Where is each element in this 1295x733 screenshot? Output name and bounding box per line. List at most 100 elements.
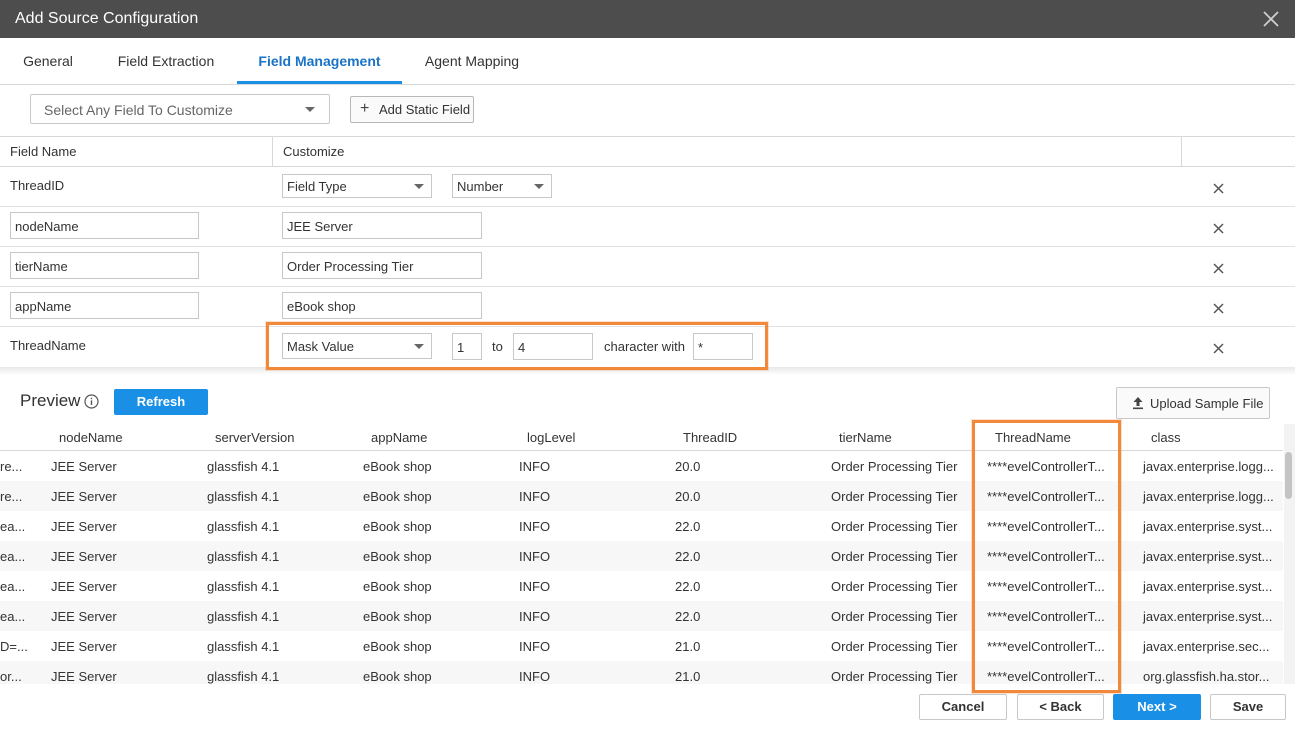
remove-field-icon[interactable]: [1213, 263, 1224, 274]
column-divider: [272, 137, 273, 167]
table-cell: javax.enterprise.syst...: [1143, 549, 1273, 564]
table-cell: Order Processing Tier: [831, 549, 958, 564]
chevron-down-icon: [414, 184, 424, 189]
table-cell: 22.0: [675, 549, 701, 564]
table-cell: JEE Server: [51, 459, 117, 474]
field-value-input[interactable]: Order Processing Tier: [282, 252, 482, 279]
table-cell: 21.0: [675, 639, 701, 654]
preview-title: Preview: [20, 391, 81, 410]
remove-field-icon[interactable]: [1213, 343, 1224, 354]
field-type-select[interactable]: Field Type: [282, 174, 432, 198]
field-value-input[interactable]: eBook shop: [282, 292, 482, 319]
table-cell: INFO: [519, 609, 551, 624]
table-cell: glassfish 4.1: [207, 519, 280, 534]
field-name-input[interactable]: appName: [10, 292, 199, 319]
table-cell: eBook shop: [363, 609, 432, 624]
table-cell: re...: [0, 489, 23, 504]
back-button[interactable]: < Back: [1017, 694, 1104, 720]
tab-bar: General Field Extraction Field Managemen…: [0, 38, 1295, 85]
table-cell: ea...: [0, 609, 26, 624]
table-cell: JEE Server: [51, 579, 117, 594]
field-grid-header: Field Name Customize: [0, 136, 1295, 167]
column-header[interactable]: tierName: [839, 430, 892, 445]
field-name-input[interactable]: nodeName: [10, 212, 199, 239]
column-header[interactable]: nodeName: [59, 430, 123, 445]
field-value-input[interactable]: JEE Server: [282, 212, 482, 239]
table-cell: eBook shop: [363, 459, 432, 474]
table-cell: ea...: [0, 579, 26, 594]
table-cell: Order Processing Tier: [831, 609, 958, 624]
field-select-dropdown[interactable]: Select Any Field To Customize: [30, 94, 330, 124]
table-cell: JEE Server: [51, 549, 117, 564]
remove-field-icon[interactable]: [1213, 223, 1224, 234]
next-button[interactable]: Next >: [1113, 694, 1201, 720]
table-cell: Order Processing Tier: [831, 579, 958, 594]
plus-icon: +: [360, 100, 370, 117]
table-cell: eBook shop: [363, 489, 432, 504]
table-cell: INFO: [519, 489, 551, 504]
field-row-nodename: nodeName JEE Server: [0, 207, 1295, 247]
table-cell: Order Processing Tier: [831, 669, 958, 684]
table-cell: eBook shop: [363, 669, 432, 684]
add-static-field-button[interactable]: + Add Static Field: [350, 96, 474, 123]
table-cell: JEE Server: [51, 609, 117, 624]
save-button[interactable]: Save: [1210, 694, 1286, 720]
field-type-value: Field Type: [287, 179, 347, 194]
preview-scrollbar-thumb[interactable]: [1285, 452, 1292, 499]
table-cell: javax.enterprise.logg...: [1143, 459, 1274, 474]
header-customize: Customize: [283, 144, 345, 159]
table-cell: 22.0: [675, 579, 701, 594]
column-header[interactable]: class: [1151, 430, 1181, 445]
table-cell: Order Processing Tier: [831, 639, 958, 654]
table-cell: re...: [0, 459, 23, 474]
close-icon[interactable]: [1261, 9, 1281, 29]
table-cell: or...: [0, 669, 22, 684]
field-name-label: ThreadName: [10, 338, 86, 353]
field-select-placeholder: Select Any Field To Customize: [44, 102, 233, 118]
chevron-down-icon: [305, 107, 315, 112]
upload-icon: [1133, 397, 1143, 410]
table-cell: INFO: [519, 579, 551, 594]
tab-general[interactable]: General: [10, 38, 86, 84]
table-cell: glassfish 4.1: [207, 639, 280, 654]
upload-sample-file-button[interactable]: Upload Sample File: [1116, 387, 1270, 419]
column-divider: [1181, 137, 1182, 167]
table-cell: glassfish 4.1: [207, 669, 280, 684]
table-cell: eBook shop: [363, 639, 432, 654]
table-cell: 20.0: [675, 489, 701, 504]
tab-field-extraction[interactable]: Field Extraction: [106, 38, 226, 84]
table-cell: eBook shop: [363, 519, 432, 534]
column-header[interactable]: serverVersion: [215, 430, 294, 445]
cancel-button[interactable]: Cancel: [919, 694, 1007, 720]
column-header[interactable]: logLevel: [527, 430, 575, 445]
add-static-field-label: Add Static Field: [379, 102, 471, 117]
tab-field-management[interactable]: Field Management: [237, 38, 402, 84]
mask-settings-highlight: [266, 322, 768, 370]
remove-field-icon[interactable]: [1213, 183, 1224, 194]
tab-agent-mapping[interactable]: Agent Mapping: [412, 38, 532, 84]
table-cell: javax.enterprise.syst...: [1143, 579, 1273, 594]
table-cell: javax.enterprise.syst...: [1143, 609, 1273, 624]
info-icon[interactable]: [84, 394, 99, 409]
column-header[interactable]: appName: [371, 430, 427, 445]
table-cell: INFO: [519, 639, 551, 654]
table-cell: INFO: [519, 669, 551, 684]
table-cell: JEE Server: [51, 489, 117, 504]
table-cell: javax.enterprise.syst...: [1143, 519, 1273, 534]
threadname-column-highlight: [972, 420, 1121, 693]
column-header[interactable]: ThreadID: [683, 430, 737, 445]
table-cell: org.glassfish.ha.stor...: [1143, 669, 1270, 684]
table-cell: 20.0: [675, 459, 701, 474]
table-cell: 21.0: [675, 669, 701, 684]
table-cell: JEE Server: [51, 639, 117, 654]
field-row-appname: appName eBook shop: [0, 287, 1295, 327]
table-cell: INFO: [519, 519, 551, 534]
table-cell: JEE Server: [51, 519, 117, 534]
number-type-select[interactable]: Number: [452, 174, 552, 198]
upload-sample-file-label: Upload Sample File: [1150, 396, 1264, 411]
table-cell: Order Processing Tier: [831, 519, 958, 534]
refresh-button[interactable]: Refresh: [114, 389, 208, 415]
remove-field-icon[interactable]: [1213, 303, 1224, 314]
table-cell: javax.enterprise.sec...: [1143, 639, 1270, 654]
field-name-input[interactable]: tierName: [10, 252, 199, 279]
